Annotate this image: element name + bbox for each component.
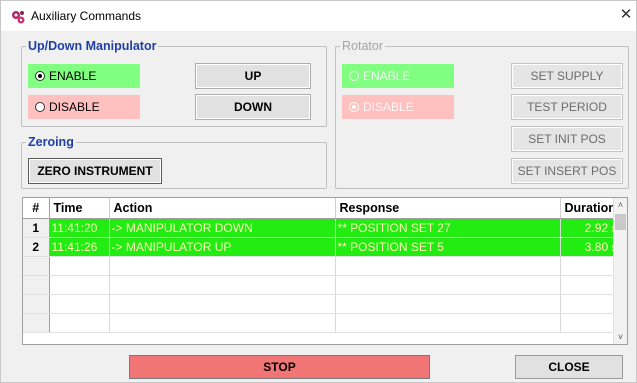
table-row[interactable]: 1 11:41:20 -> MANIPULATOR DOWN ** POSITI… <box>23 218 627 238</box>
radio-checked-icon <box>35 71 45 81</box>
gears-icon <box>12 11 25 24</box>
scroll-up-icon[interactable]: ˄ <box>614 198 627 212</box>
empty-row[interactable] <box>23 313 627 333</box>
empty-row[interactable] <box>23 256 627 276</box>
set-supply-button: SET SUPPLY <box>511 63 623 89</box>
empty-row[interactable] <box>23 275 627 295</box>
manipulator-enable-label: ENABLE <box>49 69 97 83</box>
rotator-disable-label: DISABLE <box>363 100 414 114</box>
response-cell: ** POSITION SET 5 <box>335 237 561 257</box>
close-button[interactable]: CLOSE <box>515 355 623 379</box>
manipulator-legend: Up/Down Manipulator <box>28 39 157 53</box>
vertical-scrollbar[interactable]: ˄ ˅ <box>613 198 627 344</box>
column-header-time[interactable]: Time <box>49 198 110 219</box>
zero-instrument-button[interactable]: ZERO INSTRUMENT <box>28 158 162 184</box>
zeroing-legend: Zeroing <box>28 135 74 149</box>
command-log-table: # Time Action Response Duration 1 11:41:… <box>23 198 627 333</box>
test-period-button: TEST PERIOD <box>511 94 623 120</box>
stop-button[interactable]: STOP <box>129 355 430 379</box>
action-cell: -> MANIPULATOR DOWN <box>109 218 336 238</box>
rotator-disable-radio: DISABLE <box>342 95 454 119</box>
manipulator-disable-radio[interactable]: DISABLE <box>28 95 140 119</box>
up-button[interactable]: UP <box>195 63 311 89</box>
empty-row[interactable] <box>23 294 627 314</box>
time-cell: 11:41:26 <box>49 237 110 257</box>
action-cell: -> MANIPULATOR UP <box>109 237 336 257</box>
column-header-number[interactable]: # <box>23 198 50 219</box>
title-bar[interactable]: Auxiliary Commands ✕ <box>1 1 636 31</box>
set-init-pos-button: SET INIT POS <box>511 126 623 152</box>
rotator-enable-label: ENABLE <box>363 69 411 83</box>
close-icon[interactable]: ✕ <box>618 6 634 24</box>
window-title: Auxiliary Commands <box>31 9 142 23</box>
rotator-enable-radio: ENABLE <box>342 64 454 88</box>
command-log-grid[interactable]: # Time Action Response Duration 1 11:41:… <box>22 197 628 345</box>
time-cell: 11:41:20 <box>49 218 110 238</box>
row-number: 1 <box>23 218 50 238</box>
radio-checked-icon <box>349 102 359 112</box>
row-number: 2 <box>23 237 50 257</box>
rotator-legend: Rotator <box>342 39 383 53</box>
column-header-action[interactable]: Action <box>109 198 336 219</box>
set-insert-pos-button: SET INSERT POS <box>511 158 623 184</box>
table-header-row: # Time Action Response Duration <box>23 198 627 219</box>
manipulator-disable-label: DISABLE <box>49 100 100 114</box>
auxiliary-commands-window: Auxiliary Commands ✕ Up/Down Manipulator… <box>0 0 637 383</box>
scroll-down-icon[interactable]: ˅ <box>614 330 627 344</box>
down-button[interactable]: DOWN <box>195 94 311 120</box>
manipulator-enable-radio[interactable]: ENABLE <box>28 64 140 88</box>
radio-unchecked-icon <box>349 71 359 81</box>
table-row[interactable]: 2 11:41:26 -> MANIPULATOR UP ** POSITION… <box>23 237 627 257</box>
radio-unchecked-icon <box>35 102 45 112</box>
response-cell: ** POSITION SET 27 <box>335 218 561 238</box>
column-header-response[interactable]: Response <box>335 198 561 219</box>
scroll-thumb[interactable] <box>615 214 626 230</box>
